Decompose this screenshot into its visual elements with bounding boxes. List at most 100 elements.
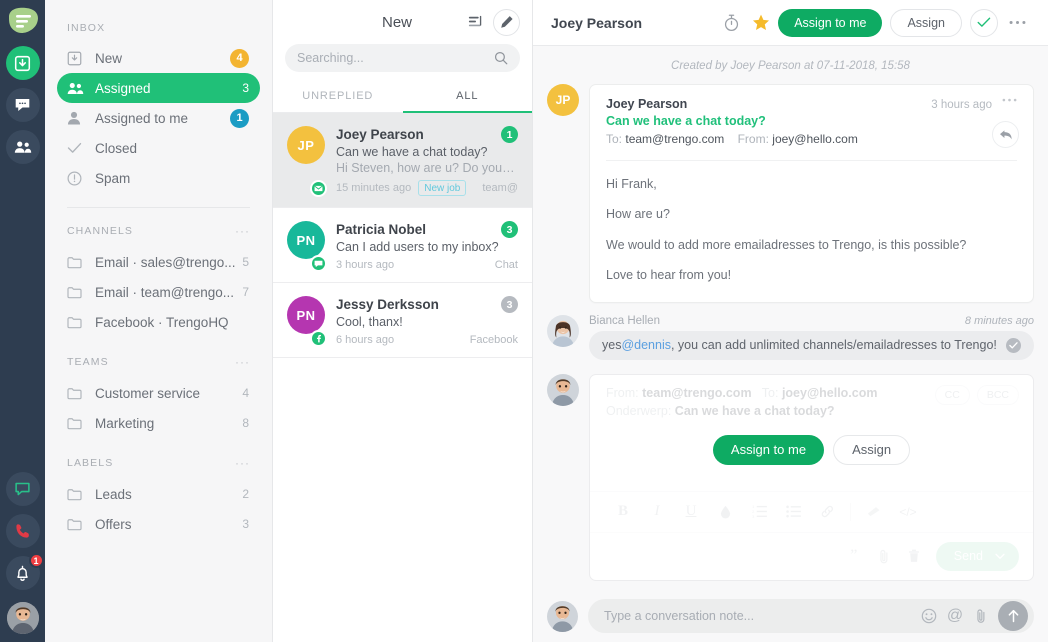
list-item-meta: 15 minutes ago New job team@ bbox=[336, 180, 518, 196]
sidebar-item-count: 7 bbox=[242, 285, 249, 299]
reply-arrow-icon[interactable] bbox=[992, 121, 1019, 148]
trash-icon[interactable] bbox=[900, 544, 928, 568]
sidebar-item-closed[interactable]: Closed bbox=[57, 133, 260, 163]
sidebar-item-email-team[interactable]: Email · team@trengo... 7 bbox=[57, 277, 260, 307]
list-item-name: Jessy Derksson bbox=[336, 297, 439, 312]
tab-all[interactable]: ALL bbox=[402, 82, 532, 113]
list-item-name: Joey Pearson bbox=[336, 127, 424, 142]
list-item[interactable]: PN Jessy Derksson 3 Cool, thanx! 6 hours bbox=[273, 283, 532, 358]
created-line: Created by Joey Pearson at 07-11-2018, 1… bbox=[671, 60, 910, 72]
quote-icon[interactable]: ” bbox=[840, 544, 868, 568]
sidebar-item-spam[interactable]: Spam bbox=[57, 163, 260, 193]
list-item-subject: Can we have a chat today? bbox=[336, 145, 488, 159]
conversation-scroll[interactable]: Created by Joey Pearson at 07-11-2018, 1… bbox=[533, 46, 1048, 590]
list-item[interactable]: PN Patricia Nobel 3 Can I add users to m… bbox=[273, 208, 532, 283]
sort-filter-icon[interactable] bbox=[465, 11, 487, 33]
attachment-icon[interactable] bbox=[968, 604, 994, 628]
email-body: Hi Frank, How are u? We would to add mor… bbox=[606, 175, 1017, 286]
facebook-icon bbox=[310, 330, 327, 347]
email-from-name: Joey Pearson bbox=[606, 97, 688, 111]
rail-item-live-chat[interactable] bbox=[5, 472, 40, 506]
avatar[interactable] bbox=[6, 602, 39, 634]
bcc-button[interactable]: BCC bbox=[976, 384, 1019, 405]
avatar-wrap: JP bbox=[287, 126, 327, 197]
composer-headers[interactable]: From: team@trengo.com To: joey@hello.com… bbox=[590, 375, 1033, 429]
sidebar-item-assigned-to-me[interactable]: Assigned to me 1 bbox=[57, 103, 260, 133]
emoji-icon[interactable] bbox=[916, 604, 942, 628]
eraser-icon[interactable] bbox=[857, 501, 891, 523]
at-icon[interactable]: @ bbox=[942, 604, 968, 628]
send-button[interactable]: Send bbox=[935, 541, 1019, 571]
sidebar-item-assigned[interactable]: Assigned 3 bbox=[57, 73, 260, 103]
email-time: 3 hours ago bbox=[931, 99, 992, 111]
stopwatch-icon[interactable] bbox=[718, 10, 744, 36]
overlay-assign-to-me-button[interactable]: Assign to me bbox=[712, 434, 825, 465]
toolbar-separator bbox=[850, 502, 851, 521]
list-item[interactable]: JP Joey Pearson 1 Can we have a chat tod… bbox=[273, 113, 532, 208]
note-column: Bianca Hellen 8 minutes ago yes @dennis,… bbox=[589, 315, 1034, 360]
reply-composer[interactable]: From: team@trengo.com To: joey@hello.com… bbox=[589, 373, 1034, 581]
sidebar-item-leads[interactable]: Leads 2 bbox=[57, 479, 260, 509]
unread-badge: 1 bbox=[501, 126, 518, 143]
note-input-wrap[interactable]: @ bbox=[588, 599, 1034, 633]
avatar bbox=[547, 373, 579, 406]
sidebar-item-label: Leads bbox=[95, 486, 132, 502]
italic-icon[interactable]: I bbox=[640, 501, 674, 523]
underline-icon[interactable]: U bbox=[674, 501, 708, 523]
resolve-check-icon[interactable] bbox=[970, 8, 998, 37]
search-input[interactable] bbox=[297, 51, 494, 65]
sidebar-item-label: Email · sales@trengo... bbox=[95, 254, 236, 270]
sidebar-item-new[interactable]: New 4 bbox=[57, 43, 260, 73]
send-note-button[interactable] bbox=[998, 601, 1028, 631]
chevron-down-icon[interactable] bbox=[995, 553, 1005, 560]
star-icon[interactable] bbox=[748, 10, 774, 36]
ordered-list-icon[interactable]: 1 2 3 bbox=[742, 501, 776, 523]
list-item-row: Patricia Nobel 3 bbox=[336, 221, 518, 238]
sidebar-item-facebook-trengohq[interactable]: Facebook · TrengoHQ bbox=[57, 307, 260, 337]
sidebar-section-title: LABELS bbox=[67, 457, 114, 469]
note-mention[interactable]: @dennis bbox=[621, 338, 671, 352]
sidebar-item-customer-service[interactable]: Customer service 4 bbox=[57, 378, 260, 408]
attachment-icon[interactable] bbox=[870, 544, 898, 568]
note-input[interactable] bbox=[604, 609, 916, 623]
channels-more-icon[interactable]: ··· bbox=[235, 224, 250, 238]
sidebar-item-label: Spam bbox=[95, 170, 131, 186]
labels-more-icon[interactable]: ··· bbox=[235, 456, 250, 470]
list-item-channel: Facebook bbox=[469, 334, 518, 346]
color-drop-icon[interactable] bbox=[708, 501, 742, 523]
rail-item-contacts[interactable] bbox=[5, 130, 40, 164]
tab-unreplied[interactable]: UNREPLIED bbox=[273, 82, 403, 113]
sidebar-item-email-sales[interactable]: Email · sales@trengo... 5 bbox=[57, 247, 260, 277]
sidebar-item-offers[interactable]: Offers 3 bbox=[57, 509, 260, 539]
teams-more-icon[interactable]: ··· bbox=[235, 355, 250, 369]
assign-button[interactable]: Assign bbox=[890, 8, 962, 37]
list-item-body: Joey Pearson 1 Can we have a chat today?… bbox=[336, 126, 518, 196]
rail-item-chat[interactable] bbox=[5, 88, 40, 122]
rail-item-inbox[interactable] bbox=[5, 46, 40, 80]
bold-icon[interactable]: B bbox=[606, 501, 640, 523]
search-bar[interactable] bbox=[285, 44, 520, 72]
sidebar-item-label: New bbox=[95, 50, 123, 66]
list-item-row: Joey Pearson 1 bbox=[336, 126, 518, 143]
sidebar-item-marketing[interactable]: Marketing 8 bbox=[57, 408, 260, 438]
svg-text:3: 3 bbox=[752, 514, 754, 518]
composer-subject-value: Can we have a chat today? bbox=[674, 403, 835, 418]
trengo-logo-icon[interactable] bbox=[5, 6, 41, 36]
assign-to-me-button[interactable]: Assign to me bbox=[778, 8, 883, 37]
sidebar-section-teams: TEAMS ··· bbox=[45, 355, 272, 369]
code-icon[interactable]: </> bbox=[891, 501, 925, 523]
email-message: JP Joey Pearson Can we have a chat today… bbox=[547, 84, 1034, 303]
rail-item-notifications[interactable]: 1 bbox=[5, 553, 44, 590]
more-dots-icon[interactable] bbox=[1002, 97, 1017, 102]
search-icon[interactable] bbox=[494, 51, 508, 65]
compose-button[interactable] bbox=[493, 8, 520, 36]
rail-item-voice[interactable] bbox=[5, 514, 40, 548]
notifications-badge: 1 bbox=[28, 553, 44, 568]
link-icon[interactable] bbox=[810, 501, 844, 523]
list-item-tag[interactable]: New job bbox=[418, 180, 467, 196]
more-dots-icon[interactable] bbox=[1004, 10, 1030, 36]
sidebar-section-title: TEAMS bbox=[67, 356, 109, 368]
bullet-list-icon[interactable] bbox=[776, 501, 810, 523]
overlay-assign-button[interactable]: Assign bbox=[833, 434, 911, 465]
cc-button[interactable]: CC bbox=[934, 384, 970, 405]
